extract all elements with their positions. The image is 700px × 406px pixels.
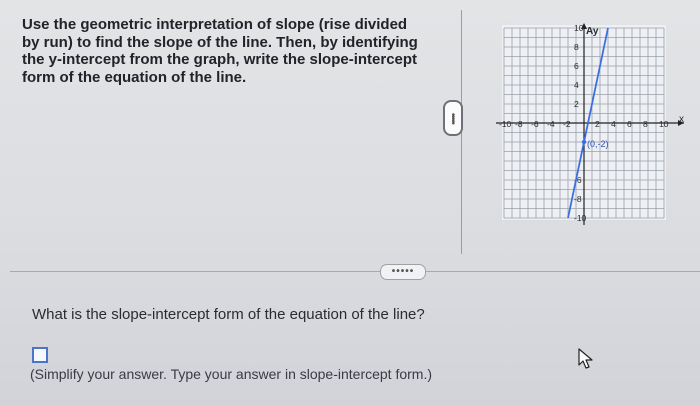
horizontal-divider [10, 271, 700, 272]
expand-vertical-button[interactable]: ••••• [443, 100, 463, 136]
y-tick-label: 8 [574, 42, 579, 52]
y-tick-label: -8 [574, 194, 582, 204]
more-dots-icon: ••••• [391, 266, 415, 277]
answer-input[interactable] [32, 347, 48, 363]
question-line: the y-intercept from the graph, write th… [22, 51, 418, 68]
question-line: by run) to find the slope of the line. T… [22, 33, 418, 51]
answer-prompt: What is the slope-intercept form of the … [32, 306, 425, 323]
more-dots-icon: ••••• [448, 112, 459, 124]
x-tick-label: 8 [643, 119, 648, 129]
x-axis-label: x [679, 114, 684, 125]
x-tick-label: -4 [547, 119, 555, 129]
answer-hint: (Simplify your answer. Type your answer … [30, 366, 433, 382]
x-tick-label: 6 [627, 119, 632, 129]
y-axis-label: Ay [586, 26, 599, 37]
y-tick-label: 4 [574, 80, 579, 90]
x-tick-label: 4 [611, 119, 616, 129]
x-tick-label: 2 [595, 119, 600, 129]
x-tick-label: 10 [659, 119, 669, 129]
mouse-cursor-icon [578, 348, 593, 369]
graph-svg: -10 -8 -6 -4 -2 2 4 6 8 10108642-6-8-10 (0,-2) x … [496, 23, 684, 225]
x-tick-label: -8 [515, 119, 523, 129]
y-tick-label: 6 [574, 61, 579, 71]
expand-horizontal-button[interactable]: ••••• [380, 264, 426, 280]
y-tick-label: 10 [574, 23, 584, 33]
x-tick-label: -2 [563, 119, 571, 129]
intercept-point [581, 139, 587, 145]
intercept-label: (0,-2) [587, 139, 609, 149]
x-tick-label: -6 [531, 119, 539, 129]
question-line: Use the geometric interpretation of slop… [22, 16, 408, 33]
coordinate-graph: -10 -8 -6 -4 -2 2 4 6 8 10 10 8 6 4 2 -6 -8 -10 (0,-2) x … [496, 22, 686, 227]
question-text: Use the geometric interpretation of slop… [22, 16, 432, 86]
x-tick-label: -10 [499, 119, 512, 129]
y-tick-label: 2 [574, 99, 579, 109]
question-line: form of the equation of the line. [22, 68, 247, 86]
y-tick-label: -10 [574, 213, 587, 223]
